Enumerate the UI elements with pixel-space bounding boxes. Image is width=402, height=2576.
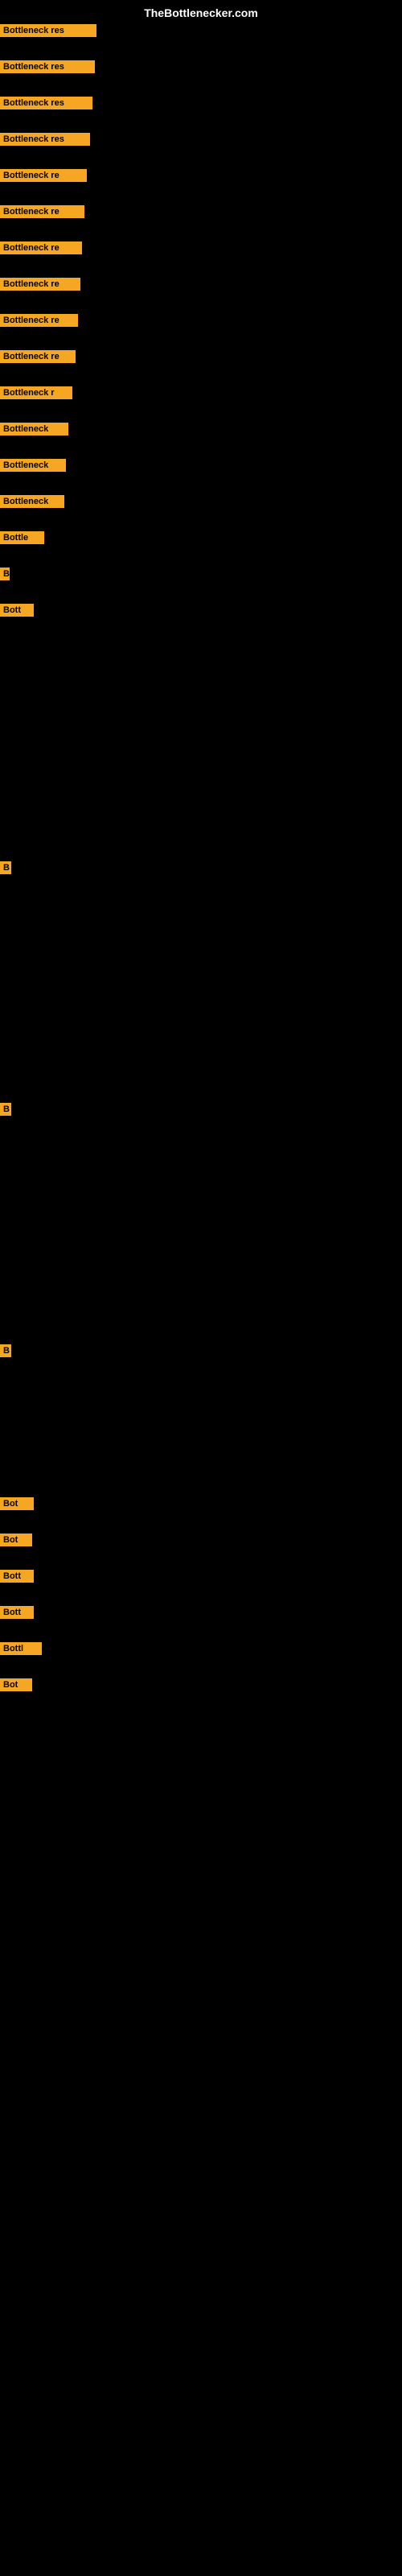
bottleneck-badge[interactable]: Bottleneck res xyxy=(0,133,90,146)
bottleneck-badge[interactable]: Bottl xyxy=(0,1642,42,1655)
bottleneck-badge[interactable]: Bott xyxy=(0,1606,34,1619)
bottleneck-badge[interactable]: Bottleneck res xyxy=(0,97,92,109)
bottleneck-badge[interactable]: Bottleneck res xyxy=(0,24,96,37)
bottleneck-badge[interactable]: B xyxy=(0,568,10,580)
bottleneck-badge[interactable]: Bot xyxy=(0,1678,32,1691)
bottleneck-badge[interactable]: Bottleneck re xyxy=(0,205,84,218)
bottleneck-badge[interactable]: Bottle xyxy=(0,531,44,544)
bottleneck-badge[interactable]: Bottleneck xyxy=(0,495,64,508)
bottleneck-badge[interactable]: Bottleneck xyxy=(0,423,68,436)
site-title: TheBottlenecker.com xyxy=(144,6,258,19)
bottleneck-badge[interactable]: B xyxy=(0,1103,11,1116)
bottleneck-badge[interactable]: Bottleneck re xyxy=(0,314,78,327)
bottleneck-badge[interactable]: Bottleneck r xyxy=(0,386,72,399)
bottleneck-badge[interactable]: Bot xyxy=(0,1497,34,1510)
bottleneck-badge[interactable]: Bott xyxy=(0,604,34,617)
bottleneck-badge[interactable]: Bot xyxy=(0,1534,32,1546)
bottleneck-badge[interactable]: Bottleneck re xyxy=(0,169,87,182)
bottleneck-badge[interactable]: Bottleneck re xyxy=(0,350,76,363)
bottleneck-badge[interactable]: Bottleneck res xyxy=(0,60,95,73)
bottleneck-badge[interactable]: B xyxy=(0,1344,11,1357)
bottleneck-badge[interactable]: Bottleneck re xyxy=(0,242,82,254)
bottleneck-badge[interactable]: Bott xyxy=(0,1570,34,1583)
bottleneck-badge[interactable]: Bottleneck re xyxy=(0,278,80,291)
bottleneck-badge[interactable]: B xyxy=(0,861,11,874)
bottleneck-badge[interactable]: Bottleneck xyxy=(0,459,66,472)
